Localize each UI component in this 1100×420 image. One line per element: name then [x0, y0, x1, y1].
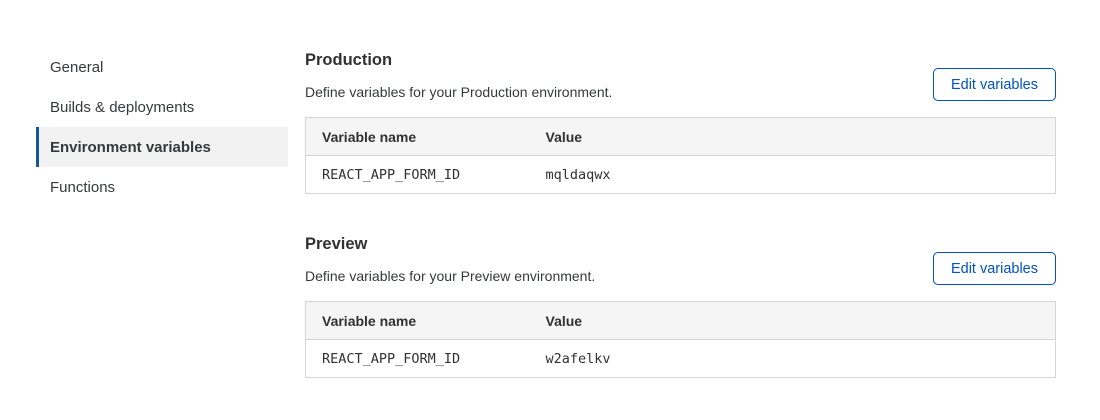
production-section-header: Production Define variables for your Pro… [305, 50, 1056, 101]
settings-sidebar: General Builds & deployments Environment… [36, 47, 288, 207]
table-row: REACT_APP_FORM_ID w2afelkv [306, 340, 1056, 378]
variable-name-cell: REACT_APP_FORM_ID [306, 340, 530, 378]
preview-section-header: Preview Define variables for your Previe… [305, 234, 1056, 285]
column-header-variable-name: Variable name [306, 302, 530, 340]
edit-variables-button-preview[interactable]: Edit variables [933, 252, 1056, 285]
preview-section-title: Preview [305, 234, 595, 254]
variable-value-cell: w2afelkv [530, 340, 1056, 378]
column-header-value: Value [530, 118, 1056, 156]
settings-content: Production Define variables for your Pro… [305, 47, 1056, 378]
production-variables-table: Variable name Value REACT_APP_FORM_ID mq… [305, 117, 1056, 194]
table-header-row: Variable name Value [306, 302, 1056, 340]
table-row: REACT_APP_FORM_ID mqldaqwx [306, 156, 1056, 194]
table-header-row: Variable name Value [306, 118, 1056, 156]
preview-section-description: Define variables for your Preview enviro… [305, 267, 595, 285]
environment-variables-page: General Builds & deployments Environment… [0, 0, 1100, 378]
variable-value-cell: mqldaqwx [530, 156, 1056, 194]
production-section-description: Define variables for your Production env… [305, 83, 612, 101]
sidebar-item-environment-variables[interactable]: Environment variables [36, 127, 288, 167]
column-header-variable-name: Variable name [306, 118, 530, 156]
sidebar-item-functions[interactable]: Functions [36, 167, 288, 207]
production-section-text: Production Define variables for your Pro… [305, 50, 612, 101]
preview-variables-table: Variable name Value REACT_APP_FORM_ID w2… [305, 301, 1056, 378]
column-header-value: Value [530, 302, 1056, 340]
preview-section-text: Preview Define variables for your Previe… [305, 234, 595, 285]
production-section-title: Production [305, 50, 612, 70]
variable-name-cell: REACT_APP_FORM_ID [306, 156, 530, 194]
production-section: Production Define variables for your Pro… [305, 50, 1056, 194]
preview-section: Preview Define variables for your Previe… [305, 234, 1056, 378]
edit-variables-button-production[interactable]: Edit variables [933, 68, 1056, 101]
sidebar-item-builds-deployments[interactable]: Builds & deployments [36, 87, 288, 127]
sidebar-item-general[interactable]: General [36, 47, 288, 87]
